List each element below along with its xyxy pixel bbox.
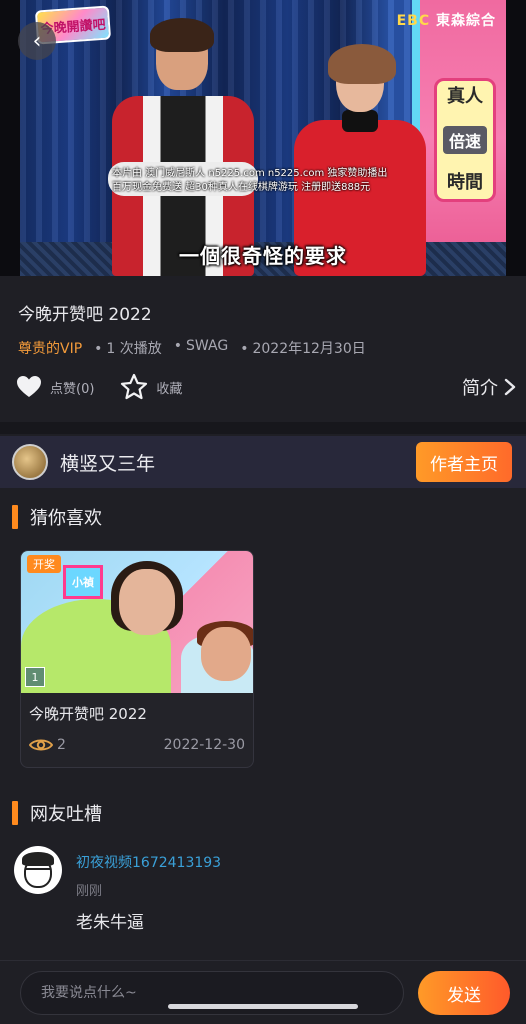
video-meta: 尊贵的VIP 1 次播放 SWAG 2022年12月30日 [18, 338, 366, 358]
recommend-thumbnail: 小禎 开奖 1 [21, 551, 253, 693]
view-count: 2 [29, 737, 66, 753]
ad-overlay-line-1: 本片由 澳门威尼斯人 n5225.com n5225.com 独家赞助播出 [112, 168, 388, 179]
send-button[interactable]: 发送 [418, 971, 510, 1015]
chevron-left-icon: ‹ [32, 28, 42, 54]
comments-heading: 网友吐槽 [12, 800, 102, 826]
comment-composer: 发送 [0, 960, 526, 1024]
host-male [108, 18, 258, 276]
speed-badge: 真人 倍速 時間 [434, 78, 496, 202]
hot-badge: 开奖 [27, 555, 61, 573]
commenter-avatar[interactable] [14, 846, 62, 894]
recommend-heading-label: 猜你喜欢 [30, 508, 102, 529]
back-button[interactable]: ‹ [18, 22, 56, 60]
comment-text: 老朱牛逼 [76, 913, 144, 933]
recommend-card[interactable]: 小禎 开奖 1 今晚开赞吧 2022 2 2022-12-30 [20, 550, 254, 768]
episode-badge: 1 [25, 667, 45, 687]
play-count: 1 次播放 [94, 338, 161, 358]
recommend-footer: 2 2022-12-30 [29, 737, 245, 753]
comment-item: 初夜视频1672413193 刚刚 老朱牛逼 [14, 846, 512, 936]
author-bar: 横竖又三年 作者主页 [0, 436, 526, 488]
view-count-value: 2 [57, 737, 66, 753]
star-icon [121, 373, 148, 400]
author-name[interactable]: 横竖又三年 [60, 449, 155, 476]
recommend-heading: 猜你喜欢 [12, 504, 102, 530]
author-avatar[interactable] [12, 444, 48, 480]
action-bar: 点赞(0) 收藏 简介 [16, 370, 516, 404]
comments-heading-label: 网友吐槽 [30, 804, 102, 825]
video-title: 今晚开赞吧 2022 [18, 305, 152, 325]
favorite-label: 收藏 [156, 381, 183, 397]
heart-icon [17, 376, 41, 397]
recommend-title: 今晚开赞吧 2022 [29, 705, 147, 723]
eye-icon [29, 739, 53, 751]
ad-overlay-line-2: 百万现金免费送 超30种真人在线棋牌游玩 注册即送888元 [112, 182, 371, 193]
recommend-date: 2022-12-30 [163, 737, 245, 753]
publish-date: 2022年12月30日 [240, 338, 365, 358]
heading-accent-bar [12, 801, 18, 825]
favorite-button[interactable]: 收藏 [120, 373, 182, 401]
author-homepage-button[interactable]: 作者主页 [416, 442, 512, 482]
speed-badge-top: 真人 [447, 86, 483, 107]
section-divider [0, 422, 526, 434]
vip-label: 尊贵的VIP [18, 341, 83, 357]
video-tag[interactable]: SWAG [174, 338, 228, 358]
speed-badge-bottom: 時間 [447, 172, 483, 194]
chevron-right-icon [504, 378, 516, 396]
video-subtitle: 一個很奇怪的要求 [179, 244, 347, 268]
speed-badge-mid: 倍速 [442, 126, 487, 154]
thumbnail-cube-label: 小禎 [63, 565, 103, 599]
channel-logo-prefix: EBC [396, 13, 431, 29]
channel-logo-name: 東森綜合 [436, 13, 496, 29]
home-indicator[interactable] [168, 1004, 358, 1009]
heading-accent-bar [12, 505, 18, 529]
intro-label: 简介 [462, 378, 498, 399]
channel-logo: EBC 東森綜合 [397, 10, 496, 30]
comment-time: 刚刚 [76, 884, 103, 899]
like-button[interactable]: 点赞(0) [16, 375, 94, 399]
video-player[interactable]: 今晚開讚吧 EBC 東森綜合 真人 倍速 時間 本片由 澳门威尼斯人 n5225… [0, 0, 526, 276]
like-label: 点赞(0) [50, 381, 95, 397]
commenter-name[interactable]: 初夜视频1672413193 [76, 852, 221, 872]
intro-button[interactable]: 简介 [462, 374, 516, 400]
